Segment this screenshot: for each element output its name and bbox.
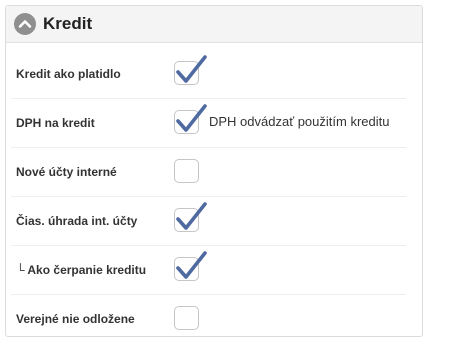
setting-row-verejne-nie-odlozene: Verejné nie odložene [11,295,406,344]
dph-na-kredit-checkbox[interactable] [174,104,207,134]
setting-row-dph-na-kredit: DPH na kredit DPH odvádzať použitím kred… [11,99,406,148]
chevron-up-icon [18,20,32,28]
kredit-panel: Kredit Kredit ako platidlo DPH na kredit… [5,5,423,337]
nove-ucty-interne-checkbox[interactable] [174,159,199,183]
panel-header: Kredit [6,6,422,43]
checkmark-icon [176,202,207,230]
cias-uhrada-checkbox[interactable] [174,202,207,232]
panel-title: Kredit [43,14,93,33]
setting-row-kredit-ako-platidlo: Kredit ako platidlo [11,50,406,99]
checkmark-icon [176,55,207,83]
checkmark-icon [176,251,207,279]
ako-cerpanie-kreditu-checkbox[interactable] [174,251,207,281]
checkmark-icon [176,104,207,132]
verejne-nie-odlozene-checkbox[interactable] [174,306,199,330]
setting-label: DPH na kredit [16,116,95,130]
dph-odvadzat-label[interactable]: DPH odvádzať použitím kreditu [209,114,389,130]
setting-row-nove-ucty-interne: Nové účty interné [11,148,406,197]
setting-row-cias-uhrada: Čias. úhrada int. účty [11,197,406,246]
setting-label: Kredit ako platidlo [16,67,121,81]
collapse-button[interactable] [14,13,36,35]
setting-row-ako-cerpanie-kreditu: └ Ako čerpanie kreditu [11,246,406,295]
setting-label: Verejné nie odložene [16,312,135,326]
setting-label: Nové účty interné [16,165,117,179]
kredit-ako-platidlo-checkbox[interactable] [174,55,207,85]
setting-label: └ Ako čerpanie kreditu [16,263,147,277]
setting-label: Čias. úhrada int. účty [16,214,138,228]
